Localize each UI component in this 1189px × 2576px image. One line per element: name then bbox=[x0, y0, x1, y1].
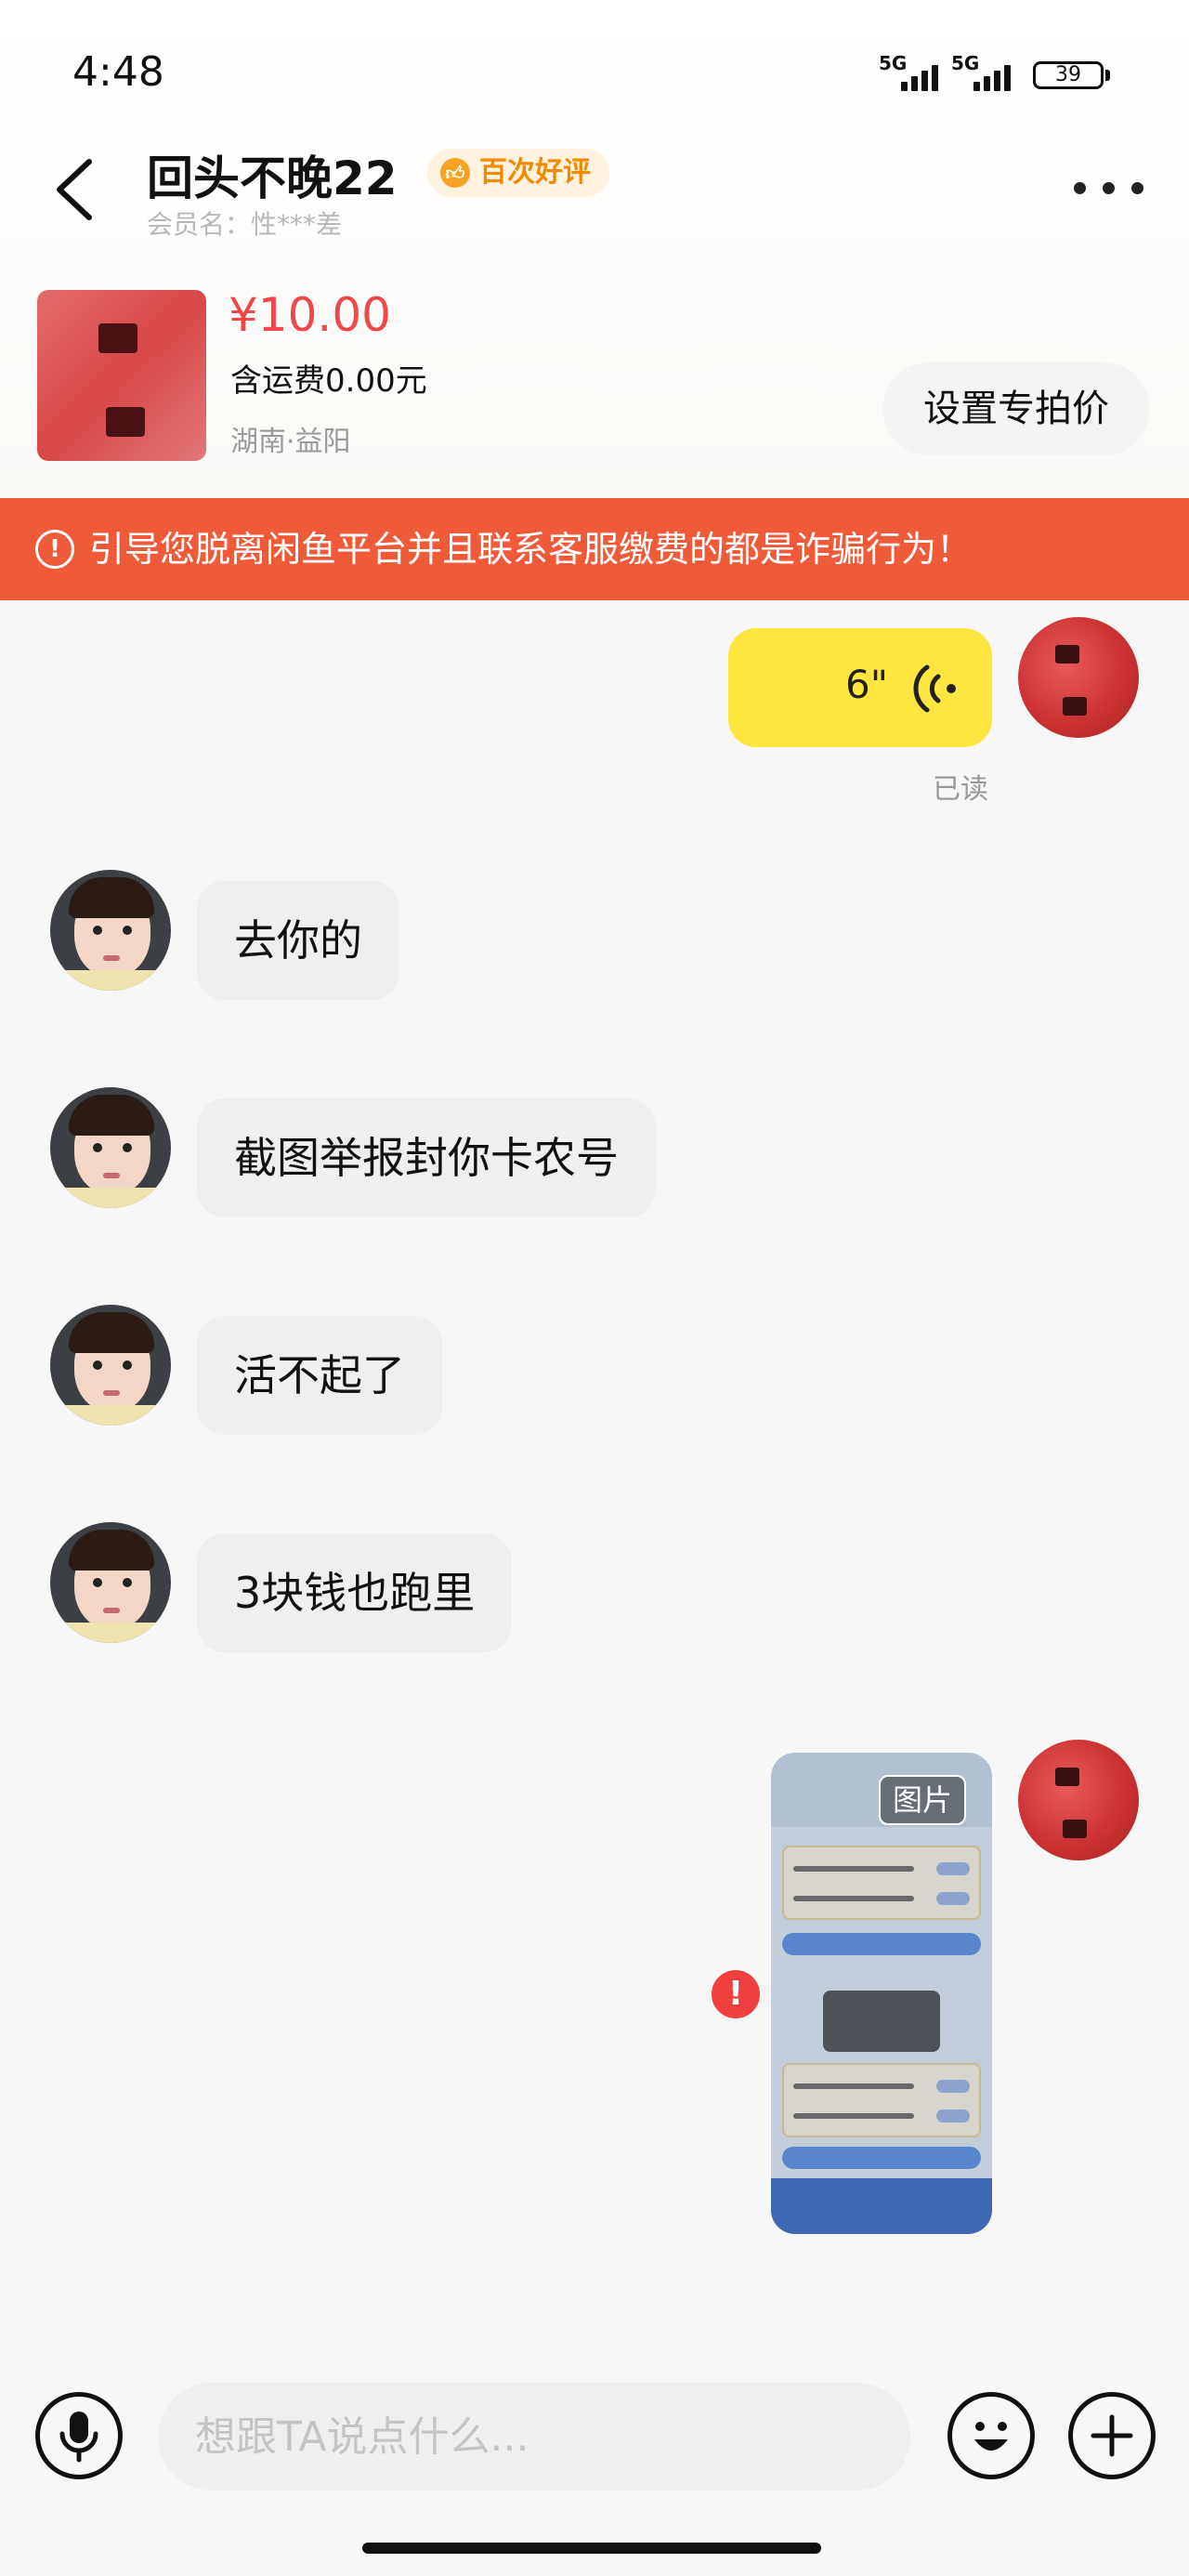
plus-icon bbox=[1091, 2414, 1133, 2457]
fraud-warning-banner: ! 引导您脱离闲鱼平台并且联系客服缴费的都是诈骗行为！ bbox=[0, 498, 1189, 600]
self-avatar[interactable] bbox=[1018, 1740, 1139, 1860]
product-location: 湖南·益阳 bbox=[230, 426, 351, 458]
contact-avatar[interactable] bbox=[50, 1305, 171, 1426]
battery-icon: 39 bbox=[1033, 61, 1104, 89]
voice-message[interactable]: 6" bbox=[728, 628, 992, 747]
signal-icon: 5G bbox=[879, 52, 951, 91]
smiley-icon bbox=[974, 2422, 1008, 2451]
product-thumbnail[interactable] bbox=[37, 290, 206, 461]
message-bubble[interactable]: 活不起了 bbox=[197, 1316, 442, 1435]
microphone-icon bbox=[59, 2412, 98, 2463]
read-status: 已读 bbox=[933, 773, 988, 806]
signal-icon: 5G bbox=[951, 52, 1024, 91]
shipping-fee: 含运费0.00元 bbox=[230, 362, 427, 400]
product-price: ¥10.00 bbox=[229, 288, 391, 342]
rating-badge: 👍︎ 百次好评 bbox=[427, 149, 609, 197]
alert-icon: ! bbox=[35, 530, 74, 569]
self-avatar[interactable] bbox=[1018, 617, 1139, 738]
battery-tip bbox=[1105, 70, 1110, 81]
message-bubble[interactable]: 3块钱也跑里 bbox=[197, 1533, 513, 1652]
message-bubble[interactable]: 截图举报封你卡农号 bbox=[197, 1098, 656, 1217]
voice-wave-icon bbox=[913, 664, 956, 713]
badge-label: 百次好评 bbox=[479, 156, 591, 189]
send-failed-icon[interactable]: ! bbox=[712, 1970, 760, 2018]
chat-title: 回头不晚22 bbox=[147, 151, 398, 205]
image-label: 图片 bbox=[879, 1775, 966, 1825]
member-name: 会员名：性***差 bbox=[147, 209, 343, 240]
contact-avatar[interactable] bbox=[50, 1087, 171, 1208]
message-bubble[interactable]: 去你的 bbox=[197, 881, 399, 1000]
more-actions-button[interactable] bbox=[1068, 2392, 1156, 2479]
network-label: 5G bbox=[951, 52, 980, 74]
chevron-left-icon bbox=[57, 159, 92, 220]
warning-text: 引导您脱离闲鱼平台并且联系客服缴费的都是诈骗行为！ bbox=[89, 529, 973, 570]
voice-input-button[interactable] bbox=[35, 2392, 123, 2479]
more-button[interactable] bbox=[1074, 175, 1144, 201]
thumbs-up-icon: 👍︎ bbox=[440, 158, 470, 188]
set-special-price-button[interactable]: 设置专拍价 bbox=[882, 362, 1150, 455]
home-indicator bbox=[362, 2543, 821, 2554]
status-time: 4:48 bbox=[72, 48, 164, 96]
contact-avatar[interactable] bbox=[50, 1522, 171, 1643]
contact-avatar[interactable] bbox=[50, 870, 171, 991]
back-button[interactable] bbox=[48, 154, 104, 225]
more-icon bbox=[1074, 182, 1086, 194]
network-label: 5G bbox=[879, 52, 908, 74]
message-input[interactable] bbox=[158, 2383, 910, 2491]
voice-duration: 6" bbox=[845, 662, 889, 707]
emoji-button[interactable] bbox=[947, 2392, 1035, 2479]
